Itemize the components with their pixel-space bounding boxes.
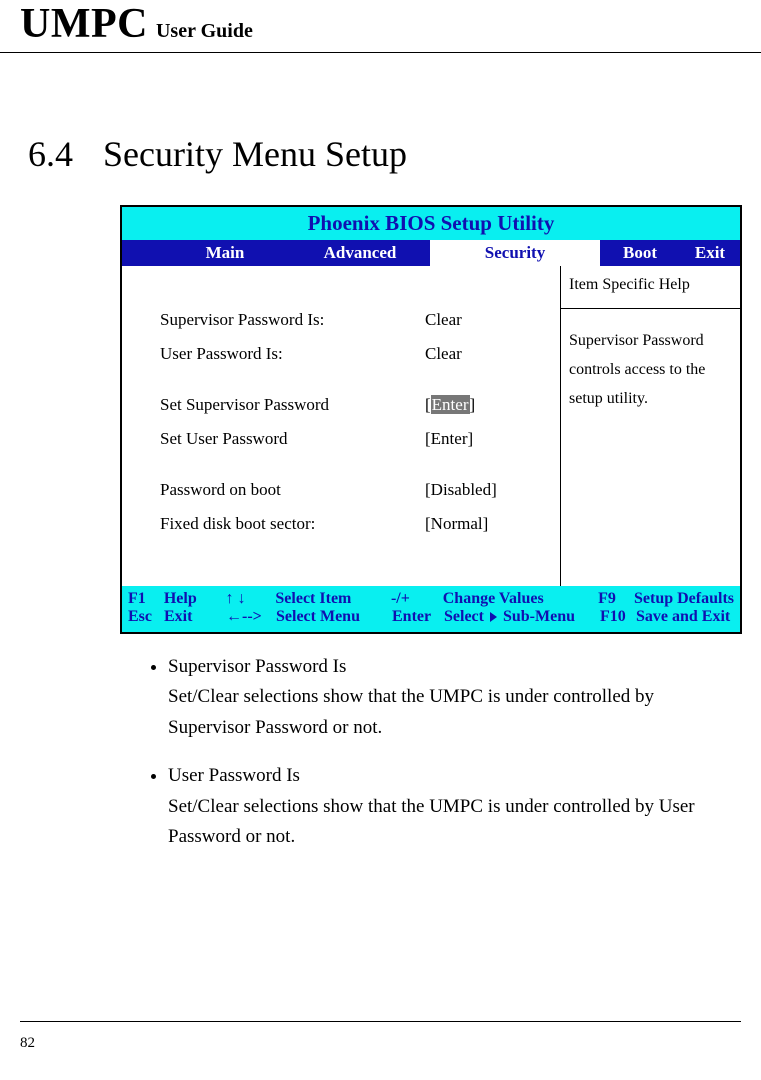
explanation-list: Supervisor Password Is Set/Clear selecti… xyxy=(168,652,733,852)
key-exit: Exit xyxy=(164,608,226,626)
field-set-supervisor-pw[interactable]: Set Supervisor Password [Enter] xyxy=(160,388,560,422)
key-select-menu: Select Menu xyxy=(276,608,392,626)
key-change-values: Change Values xyxy=(443,590,598,608)
help-body: Supervisor Password controls access to t… xyxy=(561,309,740,431)
bios-screenshot: Phoenix BIOS Setup Utility Main Advanced… xyxy=(120,205,742,634)
tab-main[interactable]: Main xyxy=(160,243,290,263)
header-umpc: UMPC xyxy=(20,0,148,48)
field-set-user-pw[interactable]: Set User Password [Enter] xyxy=(160,422,560,456)
key-esc: Esc xyxy=(128,608,164,626)
key-f9: F9 xyxy=(598,590,634,608)
explain-body: Set/Clear selections show that the UMPC … xyxy=(168,682,703,743)
bios-key-legend: F1 Help ↑ ↓ Select Item -/+ Change Value… xyxy=(122,586,740,632)
help-title: Item Specific Help xyxy=(561,266,740,309)
key-f1: F1 xyxy=(128,590,164,608)
key-help: Help xyxy=(164,590,226,608)
field-label: User Password Is: xyxy=(160,337,425,371)
explain-title: Supervisor Password Is xyxy=(168,652,703,682)
list-item: User Password Is Set/Clear selections sh… xyxy=(168,761,733,852)
field-value: Clear xyxy=(425,303,462,337)
key-select-submenu: Select Sub-Menu xyxy=(444,608,600,626)
field-label: Set Supervisor Password xyxy=(160,388,425,422)
arrows-up-down-icon: ↑ ↓ xyxy=(226,590,276,608)
field-value: Clear xyxy=(425,337,462,371)
bios-tabbar: Main Advanced Security Boot Exit xyxy=(122,240,740,266)
key-select-item: Select Item xyxy=(275,590,391,608)
field-fixed-disk-boot-sector[interactable]: Fixed disk boot sector: [Normal] xyxy=(160,507,560,541)
field-value: [Disabled] xyxy=(425,473,497,507)
submenu-text: Sub-Menu xyxy=(503,608,575,625)
field-label: Supervisor Password Is: xyxy=(160,303,425,337)
key-f10: F10 xyxy=(600,608,636,626)
section-title: Security Menu Setup xyxy=(103,133,407,175)
arrow-left-icon: ←--> xyxy=(226,608,276,626)
field-pw-on-boot[interactable]: Password on boot [Disabled] xyxy=(160,473,560,507)
footer-rule xyxy=(20,1021,741,1022)
key-save-exit: Save and Exit xyxy=(636,608,730,626)
field-label: Password on boot xyxy=(160,473,425,507)
bios-help-panel: Item Specific Help Supervisor Password c… xyxy=(560,266,740,586)
list-item: Supervisor Password Is Set/Clear selecti… xyxy=(168,652,733,743)
triangle-right-icon xyxy=(490,612,497,622)
tab-boot[interactable]: Boot xyxy=(600,243,680,263)
field-label: Set User Password xyxy=(160,422,425,456)
key-plusminus: -/+ xyxy=(391,590,443,608)
field-value: [Normal] xyxy=(425,507,488,541)
bios-title: Phoenix BIOS Setup Utility xyxy=(122,207,740,240)
field-value: [Enter] xyxy=(425,422,473,456)
bracket-open: [ xyxy=(425,395,431,414)
page-number: 82 xyxy=(20,1035,35,1052)
field-value: [Enter] xyxy=(425,388,475,422)
tab-exit[interactable]: Exit xyxy=(680,243,740,263)
field-user-pw-is: User Password Is: Clear xyxy=(160,337,560,371)
key-setup-defaults: Setup Defaults xyxy=(634,590,734,608)
bracket-close: ] xyxy=(470,395,476,414)
section-heading: 6.4 Security Menu Setup xyxy=(28,133,733,175)
bios-fields-panel: Supervisor Password Is: Clear User Passw… xyxy=(122,266,560,586)
key-enter: Enter xyxy=(392,608,444,626)
selected-value: Enter xyxy=(431,395,470,414)
field-label: Fixed disk boot sector: xyxy=(160,507,425,541)
tab-advanced[interactable]: Advanced xyxy=(290,243,430,263)
explain-title: User Password Is xyxy=(168,761,703,791)
explain-body: Set/Clear selections show that the UMPC … xyxy=(168,792,703,853)
section-number: 6.4 xyxy=(28,133,73,175)
select-text: Select xyxy=(444,608,484,625)
field-supervisor-pw-is: Supervisor Password Is: Clear xyxy=(160,303,560,337)
page-header: UMPC User Guide xyxy=(0,0,761,53)
tab-security[interactable]: Security xyxy=(430,240,600,266)
header-guide: User Guide xyxy=(156,20,253,43)
